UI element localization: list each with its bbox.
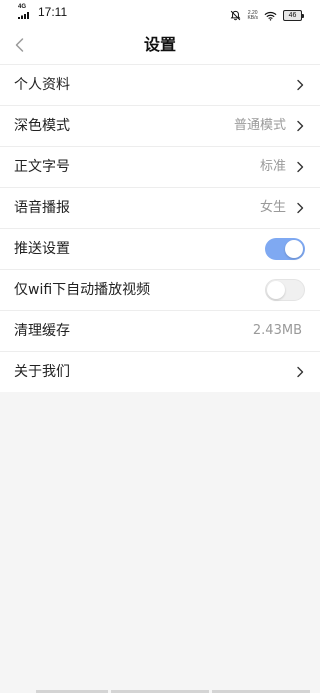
settings-item-label: 深色模式 xyxy=(14,118,70,134)
mute-bell-icon xyxy=(230,6,241,25)
toggle-knob xyxy=(285,240,303,258)
settings-item-profile[interactable]: 个人资料 xyxy=(0,64,320,105)
settings-item-push: 推送设置 xyxy=(0,228,320,269)
wifi-autoplay-toggle[interactable] xyxy=(265,279,305,301)
network-speed: 2.20 KB/s xyxy=(247,10,258,21)
chevron-right-icon xyxy=(297,79,304,91)
speed-unit: KB/s xyxy=(247,14,258,21)
settings-item-wifi-autoplay: 仅wifi下自动播放视频 xyxy=(0,269,320,310)
chevron-right-icon xyxy=(297,161,304,173)
settings-item-about[interactable]: 关于我们 xyxy=(0,351,320,392)
settings-item-value: 普通模式 xyxy=(233,118,286,133)
settings-item-clear-cache[interactable]: 清理缓存 2.43MB xyxy=(0,310,320,351)
cache-size-value: 2.43MB xyxy=(252,323,302,338)
settings-item-label: 推送设置 xyxy=(14,241,70,257)
battery-icon: 46 xyxy=(283,10,304,21)
settings-screen: 4G 17:11 2.20 KB/s 46 设置 个人资料 深色模式 普通模式 … xyxy=(0,0,320,693)
wifi-icon xyxy=(264,6,277,25)
chevron-right-icon xyxy=(297,202,304,214)
push-toggle[interactable] xyxy=(265,238,305,260)
settings-item-font-size[interactable]: 正文字号 标准 xyxy=(0,146,320,187)
chevron-right-icon xyxy=(297,366,304,378)
chevron-right-icon xyxy=(297,120,304,132)
settings-item-label: 清理缓存 xyxy=(14,323,70,339)
settings-list: 个人资料 深色模式 普通模式 正文字号 标准 语音播报 女生 推送设置 仅wif… xyxy=(0,64,320,392)
settings-item-label: 个人资料 xyxy=(14,77,70,93)
page-title: 设置 xyxy=(143,35,176,54)
status-right: 2.20 KB/s 46 xyxy=(224,6,304,25)
settings-item-voice-broadcast[interactable]: 语音播报 女生 xyxy=(0,187,320,228)
status-bar: 4G 17:11 2.20 KB/s 46 xyxy=(0,0,320,26)
signal-icon: 4G xyxy=(18,4,34,19)
settings-item-value: 标准 xyxy=(259,159,286,174)
settings-item-dark-mode[interactable]: 深色模式 普通模式 xyxy=(0,105,320,146)
status-time: 17:11 xyxy=(38,5,68,19)
header: 设置 xyxy=(0,26,320,64)
network-type: 4G xyxy=(18,4,27,10)
settings-item-label: 正文字号 xyxy=(14,159,70,175)
settings-item-label: 语音播报 xyxy=(14,200,70,216)
toggle-knob xyxy=(267,281,285,299)
settings-item-label: 关于我们 xyxy=(14,364,70,380)
status-left: 4G 17:11 xyxy=(18,4,68,19)
settings-item-label: 仅wifi下自动播放视频 xyxy=(14,282,151,298)
settings-item-value: 女生 xyxy=(259,200,286,215)
